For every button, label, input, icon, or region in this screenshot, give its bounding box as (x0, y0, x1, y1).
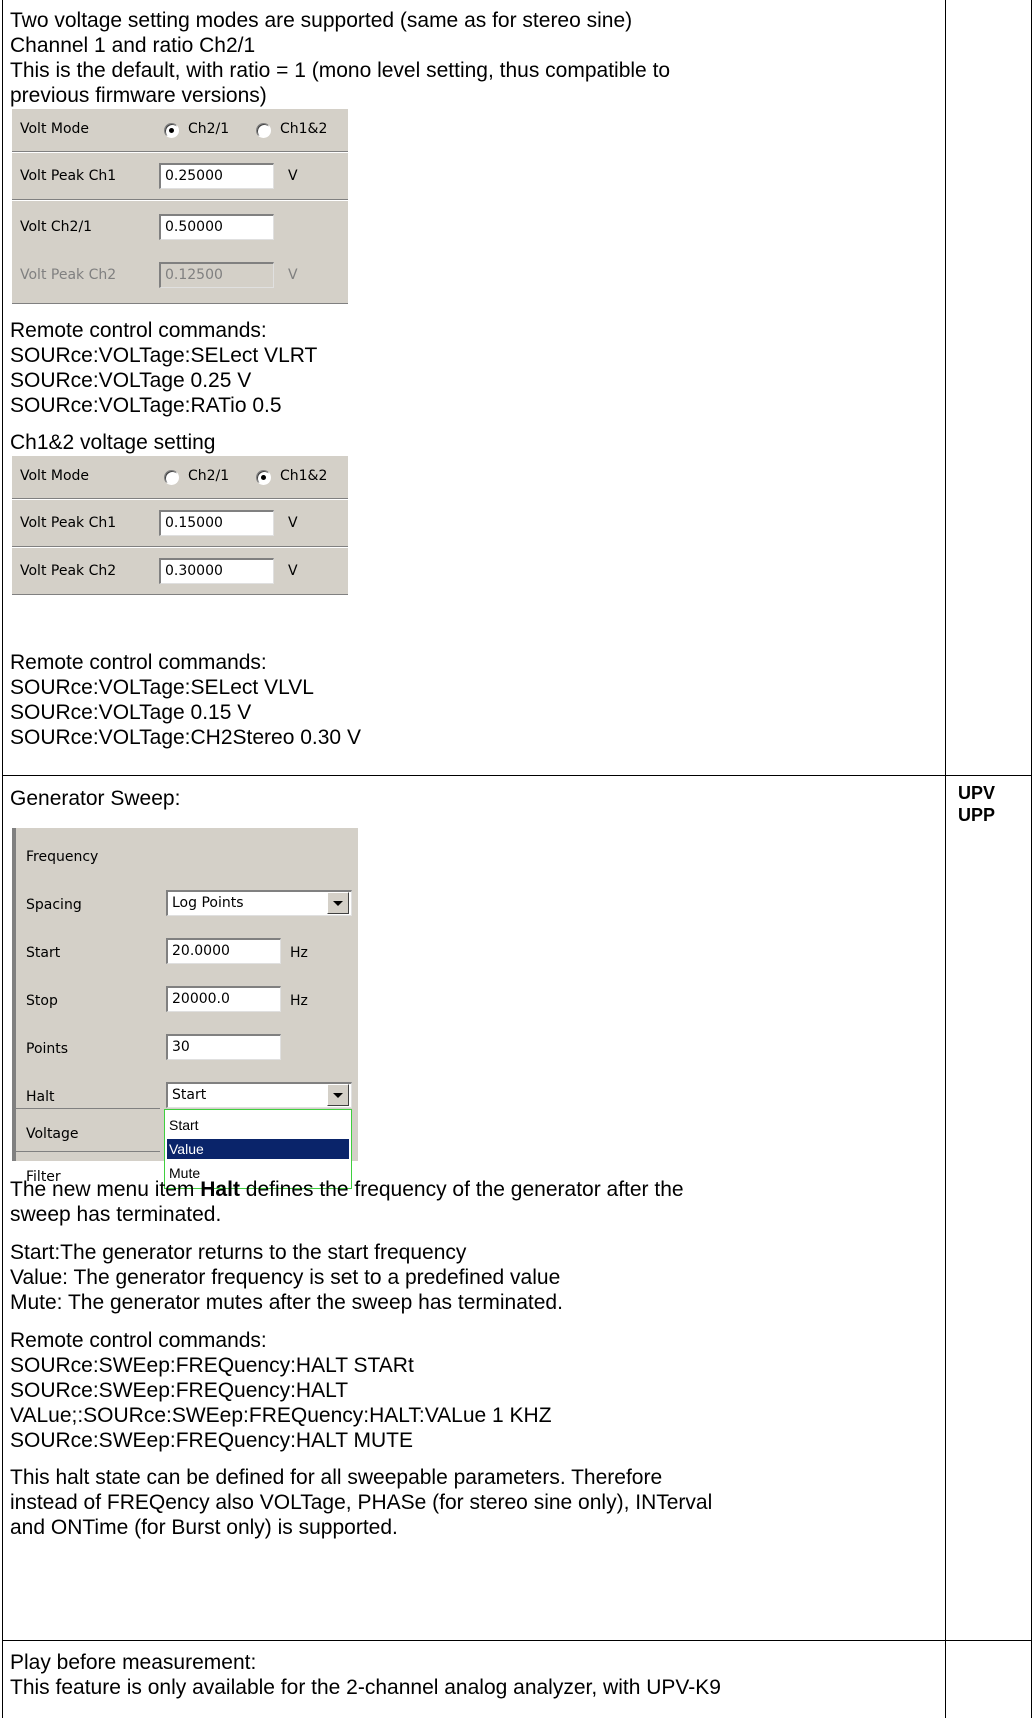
stop-unit: Hz (290, 993, 308, 1009)
radio-ch12-label: Ch1&2 (280, 468, 328, 484)
volt-ratio-label: Volt Ch2/1 (20, 219, 93, 235)
remote1-line-4: SOURce:VOLTage:RATio 0.5 (10, 394, 282, 417)
remote1-line-1: Remote control commands: (10, 319, 267, 342)
halt-select[interactable]: Start (166, 1082, 352, 1108)
spacing-select-value: Log Points (172, 895, 244, 911)
points-label: Points (26, 1041, 69, 1057)
remote1-line-2: SOURce:VOLTage:SELect VLRT (10, 344, 318, 367)
radio-ch21-label: Ch2/1 (188, 121, 230, 137)
halt-select-value: Start (172, 1087, 207, 1103)
volt-peak-ch1-unit: V (288, 515, 298, 531)
halt-paragraph-line-1: The new menu item Halt defines the frequ… (10, 1178, 684, 1201)
volt-mode-label: Volt Mode (20, 468, 90, 484)
volt-peak-ch2-unit: V (288, 267, 298, 283)
sweep-heading: Generator Sweep: (10, 787, 181, 810)
radio-ch12[interactable] (256, 470, 271, 485)
table-column-divider (945, 0, 946, 1718)
document-table: Two voltage setting modes are supported … (0, 0, 1033, 1718)
intro-line-2: Channel 1 and ratio Ch2/1 (10, 34, 256, 57)
volt-peak-ch2-label: Volt Peak Ch2 (20, 267, 117, 283)
volt-ratio-input[interactable]: 0.50000 (159, 214, 274, 240)
final-line-3: and ONTime (for Burst only) is supported… (10, 1516, 398, 1539)
play-line-1: Play before measurement: (10, 1651, 257, 1674)
sweep-remote-line-3: SOURce:SWEep:FREQuency:HALT (10, 1379, 349, 1402)
radio-ch21-label: Ch2/1 (188, 468, 230, 484)
remote1-line-3: SOURce:VOLTage 0.25 V (10, 369, 252, 392)
option-desc-mute: Mute: The generator mutes after the swee… (10, 1291, 563, 1314)
model-tag-upp: UPP (958, 805, 996, 825)
play-line-2: This feature is only available for the 2… (10, 1676, 721, 1699)
table-left-border (2, 0, 3, 1718)
row-divider-2 (2, 1640, 1032, 1641)
halt-label: Halt (26, 1089, 55, 1105)
radio-ch21[interactable] (164, 123, 179, 138)
start-input[interactable]: 20.0000 (166, 938, 281, 964)
sweep-remote-line-1: Remote control commands: (10, 1329, 267, 1352)
intro-line-1: Two voltage setting modes are supported … (10, 9, 633, 32)
spacing-label: Spacing (26, 897, 82, 913)
volt-peak-ch1-label: Volt Peak Ch1 (20, 515, 117, 531)
remote2-line-2: SOURce:VOLTage:SELect VLVL (10, 676, 314, 699)
volt-peak-ch1-unit: V (288, 168, 298, 184)
stop-label: Stop (26, 993, 58, 1009)
volt-peak-ch2-unit: V (288, 563, 298, 579)
halt-dropdown-button[interactable] (327, 1084, 349, 1106)
radio-ch12-label: Ch1&2 (280, 121, 328, 137)
start-unit: Hz (290, 945, 308, 961)
spacing-dropdown-button[interactable] (327, 892, 349, 914)
volt-peak-ch2-input: 0.12500 (159, 262, 274, 288)
voltage-label: Voltage (26, 1126, 79, 1142)
start-label: Start (26, 945, 61, 961)
model-tag-upv: UPV (958, 783, 996, 803)
volt-peak-ch2-label: Volt Peak Ch2 (20, 563, 117, 579)
stop-input[interactable]: 20000.0 (166, 986, 281, 1012)
volt-peak-ch1-label: Volt Peak Ch1 (20, 168, 117, 184)
volt-peak-ch1-input[interactable]: 0.15000 (159, 510, 274, 536)
option-desc-start: Start:The generator returns to the start… (10, 1241, 467, 1264)
halt-paragraph-line-2: sweep has terminated. (10, 1203, 222, 1226)
volt-mode-label: Volt Mode (20, 121, 90, 137)
halt-option-value[interactable]: Value (167, 1139, 349, 1159)
intro-line-4: previous firmware versions) (10, 84, 267, 107)
frequency-label: Frequency (26, 849, 99, 865)
volt-peak-ch1-input[interactable]: 0.25000 (159, 163, 274, 189)
remote2-line-4: SOURce:VOLTage:CH2Stereo 0.30 V (10, 726, 361, 749)
radio-ch21[interactable] (164, 470, 179, 485)
volt-panel-ch12-mode: Volt Mode Ch2/1 Ch1&2 Volt Peak Ch1 0.15… (12, 455, 348, 595)
sweep-remote-line-4: VALue;:SOURce:SWEep:FREQuency:HALT:VALue… (10, 1404, 552, 1427)
sweep-remote-line-5: SOURce:SWEep:FREQuency:HALT MUTE (10, 1429, 413, 1452)
remote2-line-3: SOURce:VOLTage 0.15 V (10, 701, 252, 724)
volt-panel-ratio-mode: Volt Mode Ch2/1 Ch1&2 Volt Peak Ch1 0.25… (12, 108, 348, 304)
volt-peak-ch2-input[interactable]: 0.30000 (159, 558, 274, 584)
row-divider-1 (2, 775, 1032, 776)
final-line-1: This halt state can be defined for all s… (10, 1466, 663, 1489)
spacing-select[interactable]: Log Points (166, 890, 352, 916)
halt-option-start[interactable]: Start (167, 1115, 349, 1135)
radio-ch12[interactable] (256, 123, 271, 138)
table-right-border (1031, 0, 1032, 1718)
halt-bold: Halt (200, 1178, 240, 1201)
final-line-2: instead of FREQency also VOLTage, PHASe … (10, 1491, 713, 1514)
intro-line-3: This is the default, with ratio = 1 (mon… (10, 59, 671, 82)
ch12-heading: Ch1&2 voltage setting (10, 431, 216, 454)
remote2-line-1: Remote control commands: (10, 651, 267, 674)
points-input[interactable]: 30 (166, 1034, 281, 1060)
sweep-remote-line-2: SOURce:SWEep:FREQuency:HALT STARt (10, 1354, 414, 1377)
option-desc-value: Value: The generator frequency is set to… (10, 1266, 561, 1289)
